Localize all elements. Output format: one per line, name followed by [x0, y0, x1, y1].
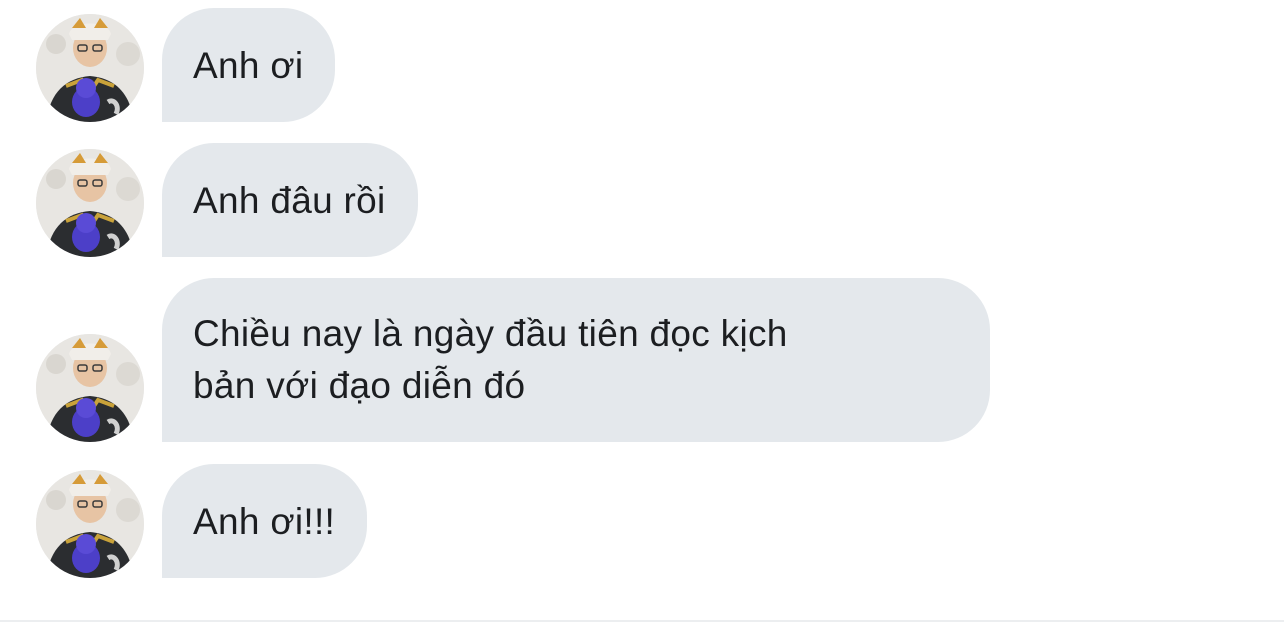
- message-row: Anh đâu rồi: [36, 143, 418, 257]
- message-text: Anh đâu rồi: [193, 180, 386, 221]
- message-thread: Anh ơi Anh đâu rồi Chiều nay là ngày đầu…: [0, 0, 1284, 622]
- message-bubble[interactable]: Anh ơi!!!: [162, 464, 368, 578]
- message-row: Chiều nay là ngày đầu tiên đọc kịch bản …: [36, 278, 990, 442]
- user-avatar-icon[interactable]: [36, 149, 144, 257]
- message-row: Anh ơi!!!: [36, 464, 368, 578]
- user-avatar-icon[interactable]: [36, 470, 144, 578]
- message-text: Anh ơi: [193, 45, 304, 86]
- message-row: Anh ơi: [36, 8, 336, 122]
- user-avatar-icon[interactable]: [36, 334, 144, 442]
- message-text: Anh ơi!!!: [193, 501, 336, 542]
- message-text: Chiều nay là ngày đầu tiên đọc kịch bản …: [193, 313, 788, 406]
- message-bubble[interactable]: Anh ơi: [162, 8, 336, 122]
- message-bubble[interactable]: Anh đâu rồi: [162, 143, 418, 257]
- message-bubble[interactable]: Chiều nay là ngày đầu tiên đọc kịch bản …: [162, 278, 990, 442]
- user-avatar-icon[interactable]: [36, 14, 144, 122]
